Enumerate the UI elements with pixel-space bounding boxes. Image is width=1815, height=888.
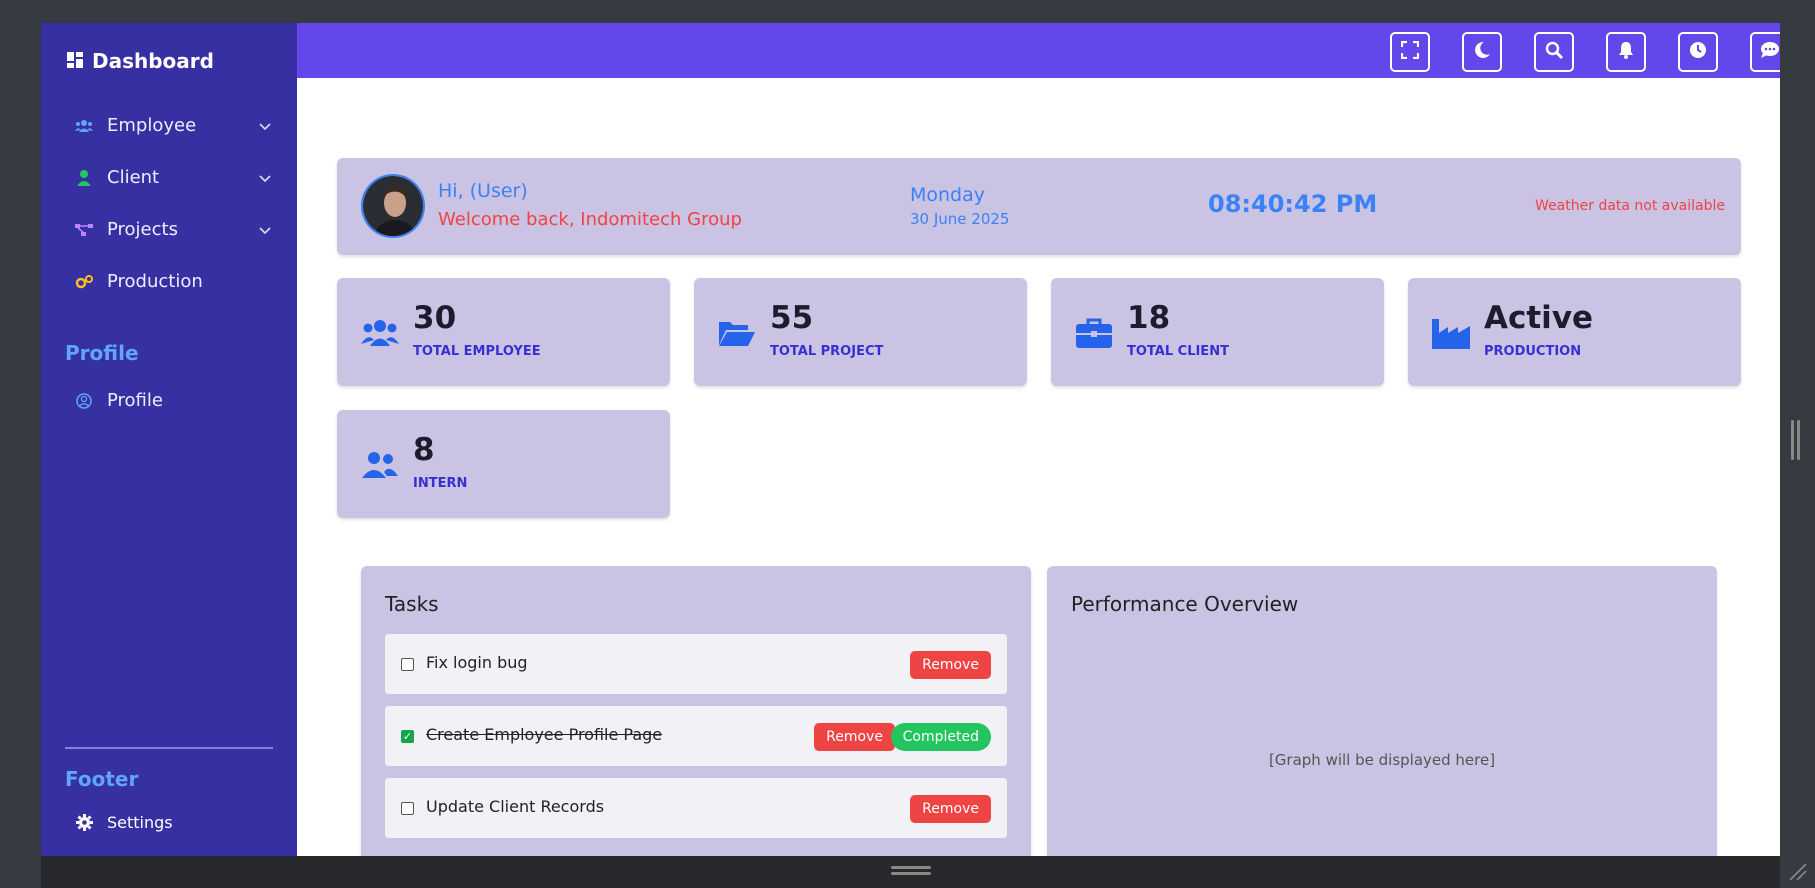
sidebar-item-label: Employee [107,115,197,136]
stat-value: 55 [770,300,814,336]
resize-corner-icon[interactable] [1788,862,1808,886]
chevron-down-icon [259,167,271,188]
top-bar [297,23,1780,78]
window-edge [1780,0,1815,888]
chevron-down-icon [259,115,271,136]
industry-icon [1432,316,1470,350]
welcome-card: Hi, (User) Welcome back, Indomitech Grou… [337,158,1741,255]
fullscreen-icon [1400,40,1420,63]
stat-value: 8 [413,432,435,468]
remove-button[interactable]: Remove [814,723,895,751]
app-window: Dashboard Employee Client Projects Produ… [41,23,1780,856]
clock-icon [1689,41,1707,63]
user-friends-icon [361,448,399,482]
stat-value: 30 [413,300,457,336]
main-content: Hi, (User) Welcome back, Indomitech Grou… [297,78,1780,856]
task-row: Fix login bug Remove [385,634,1007,694]
dashboard-icon [67,49,83,73]
task-row: ✓ Create Employee Profile Page Remove Co… [385,706,1007,766]
sidebar-item-label: Projects [107,219,178,240]
resize-handle[interactable] [1797,420,1800,460]
user-circle-icon [75,392,93,409]
users-icon [75,119,93,132]
sidebar-item-projects[interactable]: Projects [75,219,271,240]
remove-button[interactable]: Remove [910,651,991,679]
users-icon [361,316,399,350]
sidebar-divider [65,747,273,749]
brand-label: Dashboard [92,49,214,73]
sidebar-item-label: Profile [107,390,163,411]
sidebar-item-production[interactable]: Production [75,271,271,292]
welcome-message: Welcome back, Indomitech Group [438,209,742,230]
date-label: 30 June 2025 [910,210,1010,228]
briefcase-icon [1075,316,1113,350]
stat-value: Active [1484,300,1594,336]
task-text: Create Employee Profile Page [426,725,663,744]
stat-card-intern[interactable]: 8 INTERN [337,410,670,518]
stat-label: TOTAL EMPLOYEE [413,344,541,359]
moon-icon [1473,41,1491,63]
stat-card-employee[interactable]: 30 TOTAL EMPLOYEE [337,278,670,386]
search-button[interactable] [1534,32,1574,72]
resize-handle[interactable] [891,866,931,869]
sidebar-item-settings[interactable]: Settings [75,813,271,832]
cogs-icon [75,274,93,289]
task-checkbox[interactable]: ✓ [401,730,414,743]
sidebar-item-profile[interactable]: Profile [75,390,271,411]
chat-button[interactable] [1750,32,1780,72]
graph-placeholder: [Graph will be displayed here] [1268,751,1496,769]
task-text: Update Client Records [426,797,605,816]
sidebar-item-label: Settings [107,813,173,832]
profile-section-title: Profile [65,341,139,365]
day-label: Monday [910,184,986,206]
sidebar-item-employee[interactable]: Employee [75,115,271,136]
greeting: Hi, (User) [438,180,528,202]
sidebar-item-label: Client [107,167,160,188]
task-text: Fix login bug [426,653,528,672]
performance-panel: Performance Overview [Graph will be disp… [1047,566,1717,856]
stat-label: TOTAL PROJECT [770,344,884,359]
chevron-down-icon [259,219,271,240]
stat-value: 18 [1127,300,1171,336]
user-icon [75,169,93,186]
window-bottom-edge [41,856,1780,888]
performance-title: Performance Overview [1071,592,1299,616]
weather-status: Weather data not available [1535,198,1725,214]
brand[interactable]: Dashboard [67,49,214,73]
tasks-panel: Tasks Fix login bug Remove ✓ Create Empl… [361,566,1031,856]
chat-icon [1760,41,1780,63]
stat-label: TOTAL CLIENT [1127,344,1229,359]
stat-label: PRODUCTION [1484,344,1582,359]
project-diagram-icon [75,223,93,237]
completed-badge: Completed [890,723,991,751]
live-clock: 08:40:42 PM [1208,190,1378,218]
dark-mode-button[interactable] [1462,32,1502,72]
avatar [361,174,425,238]
stat-card-project[interactable]: 55 TOTAL PROJECT [694,278,1027,386]
resize-handle[interactable] [891,872,931,875]
folder-open-icon [718,316,756,350]
task-checkbox[interactable] [401,658,414,671]
fullscreen-button[interactable] [1390,32,1430,72]
stat-label: INTERN [413,476,468,491]
sidebar-item-client[interactable]: Client [75,167,271,188]
bell-icon [1617,41,1635,63]
search-icon [1545,41,1564,63]
footer-section-title: Footer [65,767,139,791]
sidebar: Dashboard Employee Client Projects Produ… [41,23,297,856]
task-row: Update Client Records Remove [385,778,1007,838]
clock-button[interactable] [1678,32,1718,72]
tasks-title: Tasks [385,592,439,616]
stat-card-production[interactable]: Active PRODUCTION [1408,278,1741,386]
sidebar-item-label: Production [107,271,203,292]
task-checkbox[interactable] [401,802,414,815]
stat-card-client[interactable]: 18 TOTAL CLIENT [1051,278,1384,386]
notifications-button[interactable] [1606,32,1646,72]
remove-button[interactable]: Remove [910,795,991,823]
resize-handle[interactable] [1791,420,1794,460]
gear-icon [75,814,93,831]
